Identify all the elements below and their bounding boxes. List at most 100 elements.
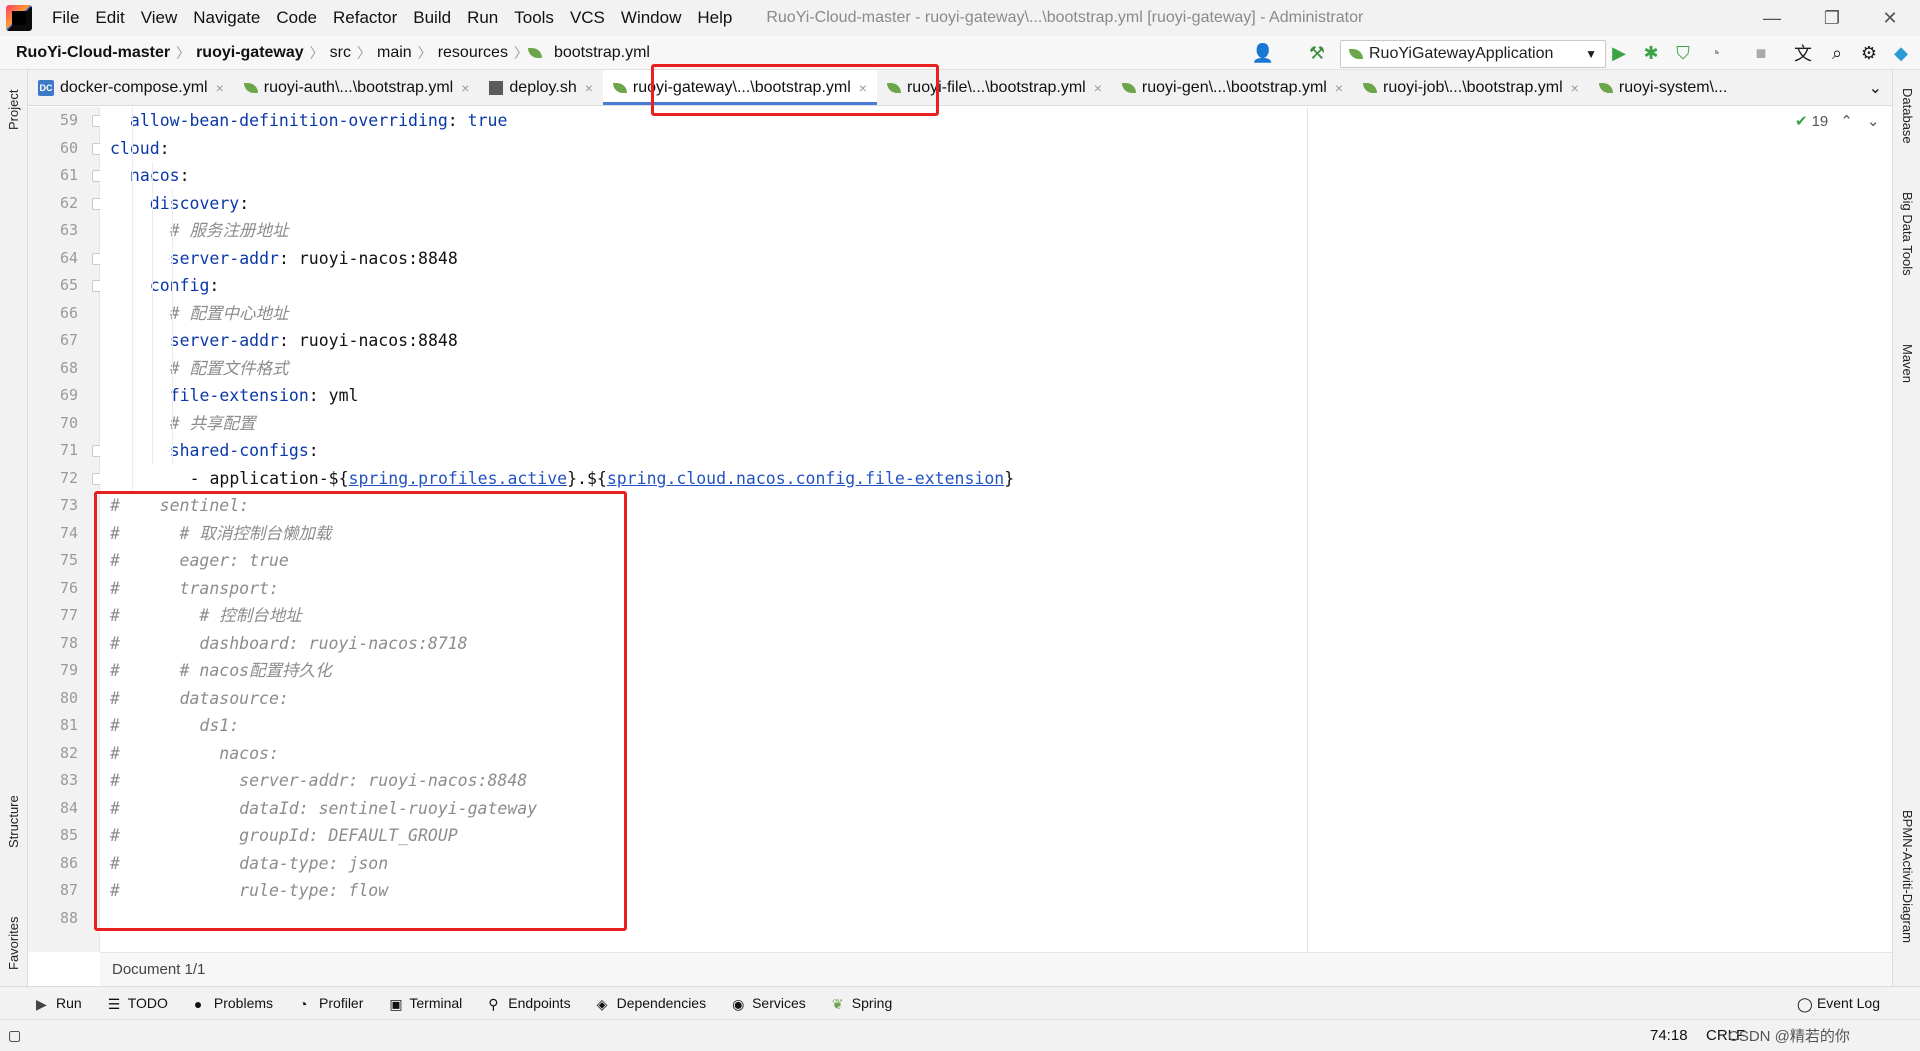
breadcrumb-src[interactable]: src — [324, 44, 357, 62]
tab-deploy-sh[interactable]: deploy.sh × — [479, 70, 603, 105]
tab-ruoyi-system-bootstrap[interactable]: ruoyi-system\... — [1589, 70, 1737, 105]
structure-tool-button[interactable]: Structure — [6, 795, 21, 848]
debug-icon[interactable]: ✱ — [1640, 42, 1662, 64]
chevron-down-icon[interactable]: ⌄ — [1867, 112, 1880, 130]
maven-tool-button[interactable]: Maven — [1900, 344, 1915, 383]
bpmn-diagram-tool-button[interactable]: BPMN-Activiti-Diagram — [1900, 810, 1915, 943]
tab-ruoyi-auth-bootstrap[interactable]: ruoyi-auth\...\bootstrap.yml × — [234, 70, 480, 105]
project-tool-button[interactable]: Project — [6, 90, 21, 130]
breadcrumb-project[interactable]: RuoYi-Cloud-master — [10, 44, 176, 62]
translate-icon[interactable]: 文 — [1792, 42, 1814, 64]
database-tool-button[interactable]: Database — [1900, 88, 1915, 144]
code-line[interactable]: # 配置文件格式 — [170, 355, 289, 382]
menu-edit[interactable]: Edit — [87, 8, 132, 28]
terminal-tool-button[interactable]: ▣ Terminal — [389, 995, 462, 1012]
close-icon[interactable]: × — [1335, 80, 1343, 96]
window-title: RuoYi-Cloud-master - ruoyi-gateway\...\b… — [766, 9, 1364, 26]
chevron-down-icon: ▼ — [1585, 47, 1597, 61]
breadcrumb-module[interactable]: ruoyi-gateway — [190, 44, 310, 62]
layout-toggle-icon[interactable]: ▢ — [8, 1027, 21, 1044]
code-line[interactable]: # 服务注册地址 — [170, 217, 289, 244]
inspection-widget[interactable]: ✔ 19 ⌃ ⌄ — [1795, 112, 1880, 131]
code-line[interactable]: cloud: — [110, 135, 170, 162]
code-line[interactable]: shared-configs: — [170, 437, 319, 464]
close-icon[interactable]: × — [585, 80, 593, 96]
run-configuration-select[interactable]: RuoYiGatewayApplication ▼ — [1340, 40, 1606, 68]
breadcrumb-file[interactable]: bootstrap.yml — [548, 44, 656, 62]
todo-tool-button[interactable]: ☰ TODO — [108, 995, 168, 1012]
tab-ruoyi-gen-bootstrap[interactable]: ruoyi-gen\...\bootstrap.yml × — [1112, 70, 1353, 105]
code-line[interactable]: server-addr: ruoyi-nacos:8848 — [170, 245, 458, 272]
tabs-overflow-button[interactable]: ⌄ — [1859, 70, 1892, 105]
code-line[interactable]: # 配置中心地址 — [170, 300, 289, 327]
close-icon[interactable]: × — [216, 80, 224, 96]
menu-help[interactable]: Help — [689, 8, 740, 28]
search-icon[interactable]: ⌕ — [1826, 42, 1848, 64]
code-key: allow-bean-definition-overriding — [129, 111, 448, 130]
menu-tools[interactable]: Tools — [506, 8, 562, 28]
chevron-down-icon: ⌄ — [1868, 79, 1882, 97]
close-icon[interactable]: × — [461, 80, 469, 96]
services-tool-button[interactable]: ◉ Services — [732, 995, 806, 1012]
shell-icon — [489, 80, 504, 95]
menu-file[interactable]: File — [44, 8, 87, 28]
close-icon[interactable]: × — [1571, 80, 1579, 96]
menu-view[interactable]: View — [133, 8, 186, 28]
caret-position[interactable]: 74:18 — [1650, 1027, 1688, 1044]
run-tool-button[interactable]: ▶ Run — [36, 995, 82, 1012]
code-line[interactable]: allow-bean-definition-overriding: true — [130, 107, 508, 134]
line-number: 62 — [59, 193, 78, 212]
code-text: : — [308, 441, 319, 460]
line-number: 70 — [59, 413, 78, 432]
code-line[interactable]: # 共享配置 — [170, 410, 256, 437]
stop-icon[interactable]: ■ — [1750, 42, 1772, 64]
editor-tabs: DC docker-compose.yml × ruoyi-auth\...\b… — [28, 70, 1892, 106]
line-number: 78 — [59, 633, 78, 652]
code-key: shared-configs — [169, 441, 309, 460]
code-line[interactable]: discovery: — [150, 190, 249, 217]
run-icon[interactable]: ▶ — [1608, 42, 1630, 64]
tab-docker-compose[interactable]: DC docker-compose.yml × — [28, 70, 234, 105]
code-line[interactable]: nacos: — [130, 162, 190, 189]
dependencies-icon: ◈ — [596, 996, 608, 1012]
profiler-icon[interactable]: ◔ — [1704, 42, 1726, 64]
dependencies-tool-button[interactable]: ◈ Dependencies — [596, 995, 707, 1012]
big-data-tools-button[interactable]: Big Data Tools — [1900, 192, 1915, 276]
inspection-count: 19 — [1811, 112, 1829, 130]
code-line[interactable]: file-extension: yml — [170, 382, 359, 409]
gear-icon[interactable]: ⚙ — [1858, 42, 1880, 64]
code-text: }.${ — [567, 468, 607, 488]
minimize-button[interactable]: — — [1744, 0, 1800, 36]
code-text: : ruoyi-nacos:8848 — [278, 331, 458, 350]
tab-ruoyi-job-bootstrap[interactable]: ruoyi-job\...\bootstrap.yml × — [1353, 70, 1589, 105]
watermark-text: CSDN @精若的你 — [1728, 1028, 1850, 1045]
event-log-button[interactable]: ◯ Event Log — [1797, 995, 1880, 1012]
coverage-icon[interactable]: ⛉ — [1672, 42, 1694, 64]
plugin-logo-icon[interactable]: ◆ — [1890, 42, 1912, 64]
menu-window[interactable]: Window — [613, 8, 689, 28]
problems-tool-button[interactable]: ● Problems — [194, 995, 273, 1012]
breadcrumb-resources[interactable]: resources — [432, 44, 514, 62]
code-line[interactable]: server-addr: ruoyi-nacos:8848 — [170, 327, 458, 354]
user-icon[interactable]: 👤 — [1252, 42, 1274, 64]
profiler-tool-button[interactable]: ◔ Profiler — [299, 995, 364, 1012]
menu-navigate[interactable]: Navigate — [185, 8, 268, 28]
menu-refactor[interactable]: Refactor — [325, 8, 405, 28]
menu-vcs[interactable]: VCS — [562, 8, 613, 28]
build-hammer-icon[interactable]: ⚒ — [1306, 42, 1328, 64]
endpoints-tool-button[interactable]: ⚲ Endpoints — [488, 995, 570, 1012]
code-line[interactable]: - application-${spring.profiles.active}.… — [190, 465, 1015, 492]
menu-run[interactable]: Run — [459, 8, 506, 28]
menu-code[interactable]: Code — [268, 8, 325, 28]
tool-label: Profiler — [319, 995, 364, 1011]
code-line[interactable]: config: — [150, 272, 220, 299]
close-icon[interactable]: × — [1094, 80, 1102, 96]
spring-tool-button[interactable]: ❦ Spring — [832, 995, 892, 1012]
favorites-tool-button[interactable]: Favorites — [6, 917, 21, 970]
close-window-button[interactable]: ✕ — [1862, 0, 1918, 36]
menu-build[interactable]: Build — [405, 8, 459, 28]
breadcrumb-main[interactable]: main — [371, 44, 418, 62]
chevron-up-icon[interactable]: ⌃ — [1840, 112, 1853, 130]
restore-button[interactable]: ❐ — [1804, 0, 1860, 36]
line-number: 69 — [59, 386, 78, 404]
